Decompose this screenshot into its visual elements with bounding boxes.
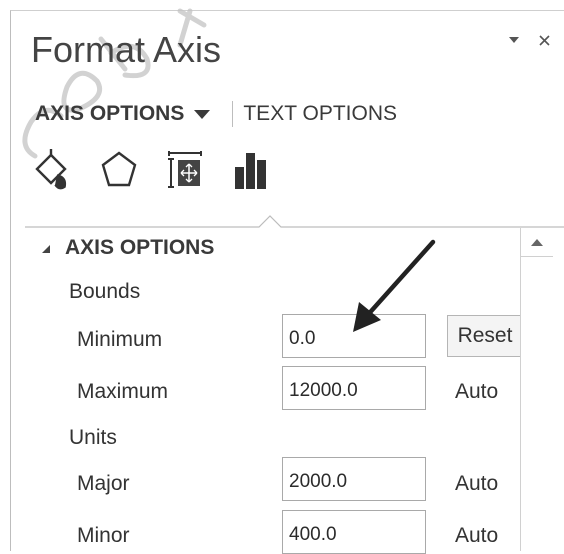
category-icon-tabs [33, 147, 271, 191]
tab-separator [232, 101, 234, 127]
minor-label: Minor [77, 524, 130, 547]
minimum-reset-button[interactable]: Reset [447, 315, 523, 357]
maximum-label: Maximum [77, 380, 169, 403]
effects-icon[interactable] [99, 147, 139, 191]
minimum-label: Minimum [77, 328, 163, 351]
tab-divider [25, 215, 564, 228]
fill-line-icon[interactable] [33, 147, 73, 191]
maximum-input[interactable] [282, 366, 426, 410]
units-label: Units [69, 426, 117, 449]
section-title: AXIS OPTIONS [65, 236, 215, 259]
section-axis-options[interactable]: AXIS OPTIONS [41, 236, 214, 260]
tab-text-options[interactable]: TEXT OPTIONS [243, 102, 397, 126]
title-controls [507, 33, 551, 47]
scrollbar[interactable] [520, 228, 553, 551]
axis-options-icon[interactable] [231, 147, 271, 191]
major-label: Major [77, 472, 130, 495]
scroll-up-arrow-icon[interactable] [521, 228, 553, 257]
format-axis-pane: Format Axis AXIS OPTIONS TEXT OPTIONS AX… [10, 8, 564, 554]
minimum-input[interactable] [282, 314, 426, 358]
options-tabs: AXIS OPTIONS TEXT OPTIONS [35, 101, 397, 127]
tab-axis-options-label: AXIS OPTIONS [35, 102, 185, 125]
tab-axis-options[interactable]: AXIS OPTIONS [35, 102, 211, 126]
chevron-down-icon [194, 102, 211, 126]
maximum-auto-button[interactable]: Auto [455, 380, 498, 404]
axis-options-panel: AXIS OPTIONS Bounds Minimum Reset Maximu… [25, 228, 564, 554]
major-auto-button[interactable]: Auto [455, 472, 498, 496]
minor-auto-button[interactable]: Auto [455, 524, 498, 548]
minor-input[interactable] [282, 510, 426, 554]
collapse-triangle-icon [41, 236, 51, 260]
pane-title: Format Axis [31, 29, 222, 70]
dropdown-arrow-icon[interactable] [507, 33, 521, 47]
bounds-label: Bounds [69, 280, 141, 303]
close-icon[interactable] [537, 33, 551, 47]
major-input[interactable] [282, 457, 426, 501]
size-properties-icon[interactable] [165, 147, 205, 191]
